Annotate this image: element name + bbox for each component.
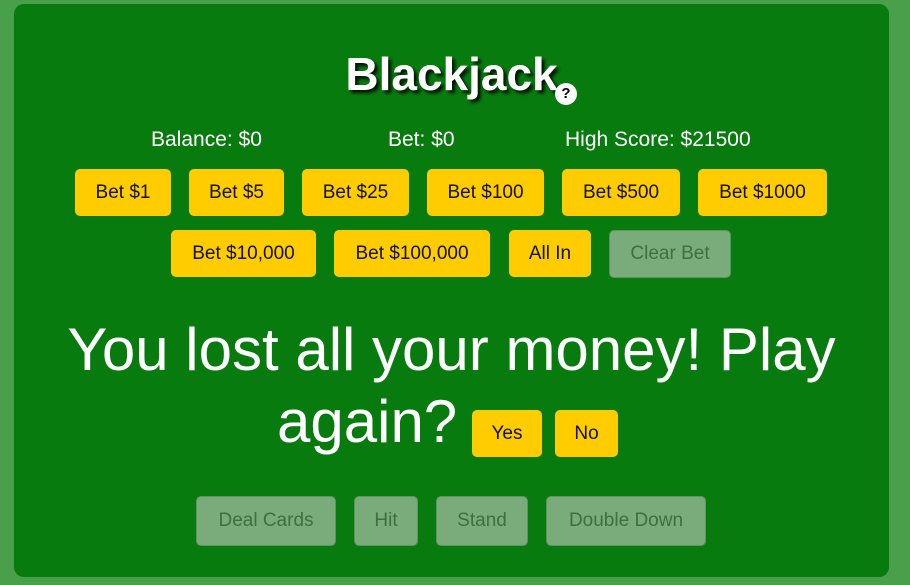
high-score-display: High Score: $21500 bbox=[565, 128, 751, 151]
game-title: Blackjack bbox=[345, 48, 558, 100]
no-button[interactable]: No bbox=[555, 410, 618, 457]
bet-5-button[interactable]: Bet $5 bbox=[189, 169, 284, 216]
all-in-button[interactable]: All In bbox=[509, 230, 591, 277]
game-over-message-line2: again? bbox=[277, 388, 458, 455]
bet-1000-button[interactable]: Bet $1000 bbox=[698, 169, 827, 216]
bet-100000-button[interactable]: Bet $100,000 bbox=[334, 230, 490, 277]
yes-button[interactable]: Yes bbox=[472, 410, 542, 457]
game-over-message: You lost all your money! Play bbox=[67, 316, 836, 383]
help-icon[interactable]: ? bbox=[555, 83, 577, 105]
stand-button[interactable]: Stand bbox=[436, 496, 528, 546]
double-down-button[interactable]: Double Down bbox=[546, 496, 706, 546]
bet-1-button[interactable]: Bet $1 bbox=[75, 169, 171, 216]
bet-100-button[interactable]: Bet $100 bbox=[427, 169, 544, 216]
bet-10000-button[interactable]: Bet $10,000 bbox=[171, 230, 316, 277]
game-panel: Blackjack ? Balance: $0 Bet: $0 High Sco… bbox=[14, 4, 889, 577]
bet-500-button[interactable]: Bet $500 bbox=[562, 169, 680, 216]
hit-button[interactable]: Hit bbox=[354, 496, 418, 546]
clear-bet-button[interactable]: Clear Bet bbox=[609, 230, 731, 278]
balance-display: Balance: $0 bbox=[151, 128, 262, 151]
bet-25-button[interactable]: Bet $25 bbox=[302, 169, 409, 216]
bet-display: Bet: $0 bbox=[388, 128, 455, 151]
deal-cards-button[interactable]: Deal Cards bbox=[196, 496, 336, 546]
